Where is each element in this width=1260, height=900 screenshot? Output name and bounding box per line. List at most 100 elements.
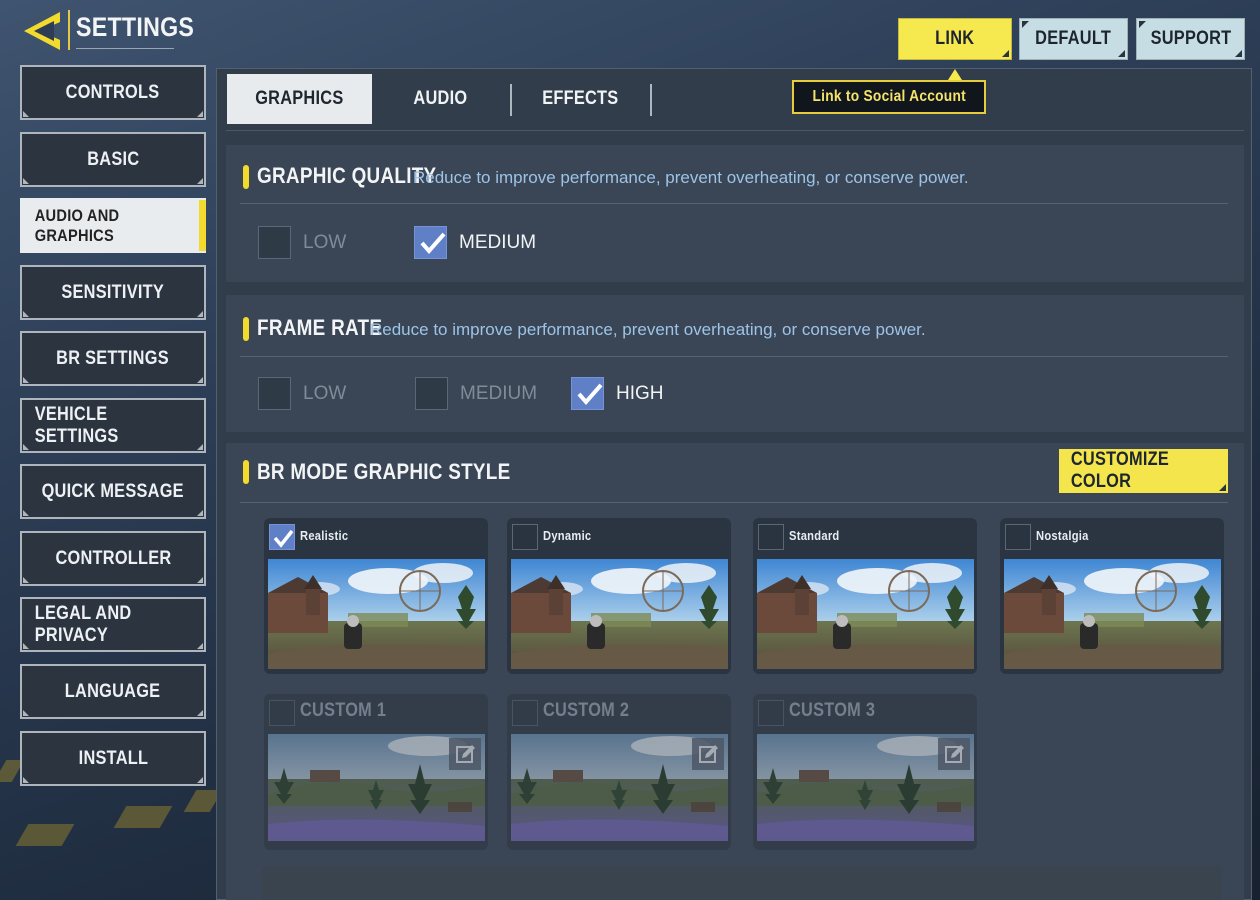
style-name: Realistic — [300, 528, 349, 543]
corner-notch — [197, 710, 203, 716]
corner-notch — [23, 444, 29, 450]
corner-notch — [197, 643, 203, 649]
checkmark-icon — [420, 232, 446, 255]
title-underline — [76, 48, 174, 49]
sidebar-item-label: INSTALL — [78, 747, 148, 769]
style-checkbox[interactable] — [512, 700, 538, 726]
sidebar-item-label: SENSITIVITY — [61, 281, 165, 303]
style-name: CUSTOM 2 — [543, 700, 630, 721]
sidebar-item-label: AUDIO AND GRAPHICS — [34, 205, 120, 245]
style-checkbox[interactable] — [758, 524, 784, 550]
frame-rate-medium-label: MEDIUM — [460, 383, 538, 404]
sidebar-item-vehicle-settings[interactable]: VEHICLE SETTINGS — [20, 398, 206, 453]
edit-icon[interactable] — [938, 738, 970, 770]
style-preview-image — [757, 559, 974, 669]
style-card-custom-3[interactable]: CUSTOM 3 — [753, 694, 977, 850]
style-checkbox[interactable] — [269, 700, 295, 726]
style-checkbox[interactable] — [269, 524, 295, 550]
graphic-quality-low-label: LOW — [303, 232, 347, 253]
sidebar-item-label: LANGUAGE — [65, 680, 161, 702]
tabs-divider — [226, 130, 1244, 131]
style-name: Standard — [789, 528, 840, 543]
corner-notch — [23, 777, 29, 783]
tab-audio[interactable]: AUDIO — [390, 74, 490, 124]
graphic-quality-medium-label: MEDIUM — [459, 232, 537, 253]
sidebar-item-label: BR SETTINGS — [56, 347, 170, 369]
frame-rate-high-label: HIGH — [616, 383, 664, 404]
customize-color-button[interactable]: CUSTOMIZE COLOR — [1059, 449, 1228, 493]
style-checkbox[interactable] — [512, 524, 538, 550]
tab-divider — [650, 84, 652, 116]
section-divider — [240, 502, 1228, 503]
link-button[interactable]: LINK — [898, 18, 1012, 60]
style-card-nostalgia[interactable]: Nostalgia — [1000, 518, 1224, 674]
sidebar-item-br-settings[interactable]: BR SETTINGS — [20, 331, 206, 386]
sidebar-item-label: VEHICLE SETTINGS — [34, 403, 119, 447]
edit-icon[interactable] — [692, 738, 724, 770]
edit-icon[interactable] — [449, 738, 481, 770]
tab-effects[interactable]: EFFECTS — [524, 74, 636, 124]
sidebar-item-label: LEGAL AND PRIVACY — [34, 602, 132, 646]
sidebar-item-controls[interactable]: CONTROLS — [20, 65, 206, 120]
style-preview-image — [268, 559, 485, 669]
page-title: SETTINGS — [76, 12, 195, 42]
section-accent-bar — [243, 165, 249, 189]
sidebar-item-legal-and-privacy[interactable]: LEGAL AND PRIVACY — [20, 597, 206, 652]
corner-notch — [197, 377, 203, 383]
support-button[interactable]: SUPPORT — [1136, 18, 1245, 60]
section-divider — [240, 356, 1228, 357]
style-name: CUSTOM 1 — [300, 700, 387, 721]
style-card-dynamic[interactable]: Dynamic — [507, 518, 731, 674]
section-accent-bar — [243, 460, 249, 484]
sidebar-item-basic[interactable]: BASIC — [20, 132, 206, 187]
link-tooltip: Link to Social Account — [792, 80, 986, 114]
graphic-quality-medium-checkbox[interactable] — [414, 226, 447, 259]
sidebar-item-label: CONTROLS — [66, 81, 160, 103]
header-divider — [68, 10, 70, 50]
frame-rate-low-checkbox[interactable] — [258, 377, 291, 410]
corner-notch — [23, 377, 29, 383]
default-button[interactable]: DEFAULT — [1019, 18, 1128, 60]
sidebar-item-language[interactable]: LANGUAGE — [20, 664, 206, 719]
corner-notch — [23, 710, 29, 716]
sidebar-item-audio-and-graphics[interactable]: AUDIO AND GRAPHICS — [20, 198, 206, 253]
next-section-preview — [262, 866, 1222, 900]
back-button[interactable] — [20, 10, 66, 52]
corner-notch — [23, 577, 29, 583]
section-divider — [240, 203, 1228, 204]
corner-notch — [23, 510, 29, 516]
frame-rate-low-label: LOW — [303, 383, 347, 404]
corner-notch — [197, 777, 203, 783]
style-preview-image — [268, 734, 485, 841]
checkmark-icon — [577, 383, 603, 406]
style-card-realistic[interactable]: Realistic — [264, 518, 488, 674]
corner-notch — [23, 178, 29, 184]
style-card-custom-2[interactable]: CUSTOM 2 — [507, 694, 731, 850]
tab-graphics[interactable]: GRAPHICS — [227, 74, 372, 124]
checkmark-icon — [273, 529, 294, 548]
corner-notch — [197, 178, 203, 184]
sidebar-item-install[interactable]: INSTALL — [20, 731, 206, 786]
sidebar-item-label: CONTROLLER — [54, 547, 172, 569]
corner-notch — [23, 111, 29, 117]
frame-rate-medium-checkbox[interactable] — [415, 377, 448, 410]
frame-rate-high-checkbox[interactable] — [571, 377, 604, 410]
tooltip-arrow — [948, 69, 962, 80]
style-card-custom-1[interactable]: CUSTOM 1 — [264, 694, 488, 850]
style-checkbox[interactable] — [1005, 524, 1031, 550]
graphic-quality-low-checkbox[interactable] — [258, 226, 291, 259]
sidebar-item-sensitivity[interactable]: SENSITIVITY — [20, 265, 206, 320]
corner-notch — [197, 111, 203, 117]
corner-notch — [197, 311, 203, 317]
corner-notch — [23, 311, 29, 317]
graphic-quality-description: Reduce to improve performance, prevent o… — [413, 168, 969, 187]
sidebar-item-controller[interactable]: CONTROLLER — [20, 531, 206, 586]
style-card-standard[interactable]: Standard — [753, 518, 977, 674]
corner-notch — [197, 444, 203, 450]
background-stripe — [15, 824, 75, 846]
section-accent-bar — [243, 317, 249, 341]
sidebar-item-quick-message[interactable]: QUICK MESSAGE — [20, 464, 206, 519]
tab-divider — [510, 84, 512, 116]
style-checkbox[interactable] — [758, 700, 784, 726]
frame-rate-description: Reduce to improve performance, prevent o… — [370, 320, 926, 339]
